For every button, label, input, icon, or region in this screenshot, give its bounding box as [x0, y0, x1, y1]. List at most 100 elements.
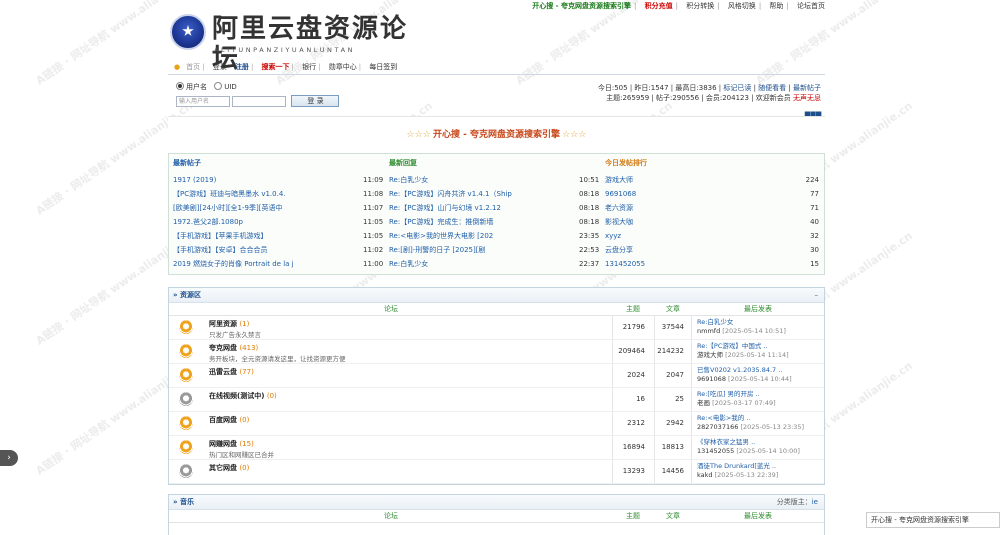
last-post-user[interactable]: 9691068 [697, 375, 726, 383]
forum-row[interactable]: 迅雷云盘 (77) 2024 2047 已售V0202 v1.2035.84.7… [169, 364, 824, 388]
forum-row[interactable]: 阿里资源 (1) 只发广告永久禁言 21796 37544 Re:白乳少女 nmm… [169, 316, 824, 340]
last-post-link[interactable]: 已售V0202 v1.2035.84.7 .. [697, 366, 792, 375]
last-post-date: [2025-05-14 10:44] [728, 375, 792, 383]
radio-uid[interactable] [214, 82, 223, 90]
new-post-link[interactable]: 2019 燃烧女子的肖像 Portrait de la j [173, 258, 348, 271]
last-post-date: [2025-05-14 10:00] [736, 447, 800, 455]
ranking-count: 224 [805, 176, 819, 184]
radio-username[interactable] [176, 82, 184, 90]
new-reply-link[interactable]: Re:[剧]-刑警的日子 [2025][剧 [389, 244, 564, 257]
last-post-user[interactable]: 游戏大师 [697, 351, 723, 359]
last-post-link[interactable]: Re:[吃瓜] 男的开房 .. [697, 390, 776, 399]
forum-name[interactable]: 百度网盘 [209, 416, 237, 424]
music-section: » 音乐 分类版主：ie 论坛 主题 文章 最后发表 [168, 494, 825, 535]
ranking-user-link[interactable]: 9691068 [605, 188, 780, 201]
ranking-user-link[interactable]: xyyz [605, 230, 780, 243]
latest-posts-link[interactable]: 最新帖子 [793, 84, 821, 92]
reply-time: 08:18 [579, 204, 600, 212]
forum-topics: 209464 [618, 347, 645, 355]
new-post-link[interactable]: [欧美剧][24小时][全1-9季][英语中 [173, 202, 348, 215]
last-post-user[interactable]: 2827037166 [697, 423, 738, 431]
new-post-link[interactable]: 1917 (2019) [173, 174, 348, 187]
new-post-link[interactable]: 【手机游戏】【苹果手机游戏】 [173, 230, 348, 243]
ranking-user-link[interactable]: 云盘分享 [605, 244, 780, 257]
new-post-link[interactable]: 1972.爸父2部.1080p [173, 216, 348, 229]
nav-login[interactable]: 登录 [213, 63, 227, 71]
floating-search-link[interactable]: 开心搜 - 夸克网盘资源搜索引擎 [866, 512, 1000, 528]
last-post-user[interactable]: kakd [697, 471, 713, 479]
nav-register[interactable]: 注册 [235, 63, 249, 71]
nav-home[interactable]: ● 首页 [174, 63, 200, 71]
top-link-help[interactable]: 帮助 [769, 2, 783, 10]
last-post-user[interactable]: 131452055 [697, 447, 734, 455]
new-reply-link[interactable]: Re:【PC游戏】完成生：推倒新墙 [389, 216, 564, 229]
forum-row[interactable]: 网赚网盘 (15) 热门区和网赚区已合并 16894 18813 《穿林衣家之猛… [169, 436, 824, 460]
section-title[interactable]: » 资源区 [173, 291, 201, 299]
forum-name[interactable]: 夸克网盘 [209, 344, 237, 352]
forum-row[interactable]: 夸克网盘 (413) 务开板块，全元资源请发这里，让找资源更方便 209464 … [169, 340, 824, 364]
ranking-user-link[interactable]: 游戏大师 [605, 174, 780, 187]
forum-today-count: (15) [239, 440, 254, 448]
mark-read-link[interactable]: 标记已读 [723, 84, 751, 92]
nav-bank[interactable]: 银行 [302, 63, 316, 71]
forum-topics: 16 [636, 395, 645, 403]
newest-member-link[interactable]: 无声无息 [793, 94, 821, 102]
ranking-count: 15 [810, 260, 819, 268]
reply-time: 22:37 [579, 260, 600, 268]
username-input[interactable]: 输入用户名 [176, 95, 230, 107]
separator: | [250, 63, 254, 71]
forum-name[interactable]: 在线视频(测试中) [209, 392, 264, 400]
main-nav: ● 首页 | 登录 注册 | 搜索一下 | 银行 | 勋章中心 | 每日签到 [168, 60, 825, 75]
moderator-link[interactable]: ie [812, 498, 818, 506]
nav-medal-center[interactable]: 勋章中心 [329, 63, 357, 71]
section-title[interactable]: » 音乐 [173, 498, 194, 506]
forum-row[interactable]: 其它网盘 (0) 13293 14456 酒徒The Drunkard[蓝光 .… [169, 460, 824, 484]
last-post-user[interactable]: 老画 [697, 399, 710, 407]
forum-status-icon [179, 392, 193, 406]
password-input[interactable] [232, 95, 287, 107]
forum-posts: 2047 [666, 371, 684, 379]
last-post-link[interactable]: Re:<电影>我的 .. [697, 414, 804, 423]
forum-status-icon [179, 344, 193, 358]
forum-name[interactable]: 其它网盘 [209, 464, 237, 472]
forum-name[interactable]: 阿里资源 [209, 320, 237, 328]
last-post-link[interactable]: Re:白乳少女 [697, 318, 786, 327]
top-link-forum-home[interactable]: 论坛首页 [797, 2, 825, 10]
forum-row[interactable]: 百度网盘 (0) 2312 2942 Re:<电影>我的 .. 282703716… [169, 412, 824, 436]
last-post-user[interactable]: nmmfd [697, 327, 720, 335]
last-post-link[interactable]: 《穿林衣家之猛男 .. [697, 438, 800, 447]
stars-icon: ☆☆☆ [406, 130, 431, 140]
new-reply-link[interactable]: Re:白乳少女 [389, 258, 564, 271]
new-post-link[interactable]: 【手机游戏】【安卓】合合合员 [173, 244, 348, 257]
last-post-date: [2025-03-17 07:49] [712, 399, 776, 407]
top-link-points-recharge[interactable]: 积分充值 [645, 2, 673, 10]
last-post-link[interactable]: Re:【PC游戏】中国式 .. [697, 342, 789, 351]
top-link-search-engine[interactable]: 开心搜 - 夸克网盘资源搜索引擎 [532, 2, 631, 10]
promo-banner[interactable]: ☆☆☆ 开心搜 - 夸克网盘资源搜索引擎 ☆☆☆ [168, 116, 825, 153]
reply-time: 08:18 [579, 218, 600, 226]
new-post-link[interactable]: 【PC游戏】班迪与暗黑墨水 v1.0.4. [173, 188, 348, 201]
site-logo[interactable]: 阿里云盘资源论坛 ALIYUNPANZIYUANLUNTAN [170, 14, 410, 74]
last-post-link[interactable]: 酒徒The Drunkard[蓝光 .. [697, 462, 778, 471]
random-view-link[interactable]: 随便看看 [758, 84, 786, 92]
ranking-user-link[interactable]: 老六资源 [605, 202, 780, 215]
new-reply-link[interactable]: Re:【PC游戏】闪舟共济 v1.4.1（Ship [389, 188, 564, 201]
nav-daily-signin[interactable]: 每日签到 [369, 63, 397, 71]
forum-topics: 2024 [627, 371, 645, 379]
new-reply-link[interactable]: Re:白乳少女 [389, 174, 564, 187]
forum-name[interactable]: 网赚网盘 [209, 440, 237, 448]
nav-search[interactable]: 搜索一下 [262, 63, 290, 71]
collapse-icon[interactable]: – [815, 288, 819, 302]
ranking-user-link[interactable]: 131452055 [605, 258, 780, 271]
new-reply-link[interactable]: Re:【PC游戏】山门与幻境 v1.2.12 [389, 202, 564, 215]
login-button[interactable]: 登 录 [291, 95, 340, 107]
forum-name[interactable]: 迅雷云盘 [209, 368, 237, 376]
side-expand-tab[interactable]: › [0, 450, 18, 466]
stats-line-1: 今日:505 | 昨日:1547 | 最高日:3836 | 标记已读 | 随便看… [598, 83, 821, 93]
forum-row[interactable]: 在线视频(测试中) (0) 16 25 Re:[吃瓜] 男的开房 .. 老画 [2… [169, 388, 824, 412]
stats-line-2: 主题:265959 | 帖子:290556 | 会员:204123 | 欢迎新会… [598, 93, 821, 103]
new-reply-link[interactable]: Re:<电影>我的世界大电影 [202 [389, 230, 564, 243]
ranking-user-link[interactable]: 影视大咖 [605, 216, 780, 229]
top-link-points-convert[interactable]: 积分转换 [686, 2, 714, 10]
top-link-style-switch[interactable]: 风格切换 [728, 2, 756, 10]
